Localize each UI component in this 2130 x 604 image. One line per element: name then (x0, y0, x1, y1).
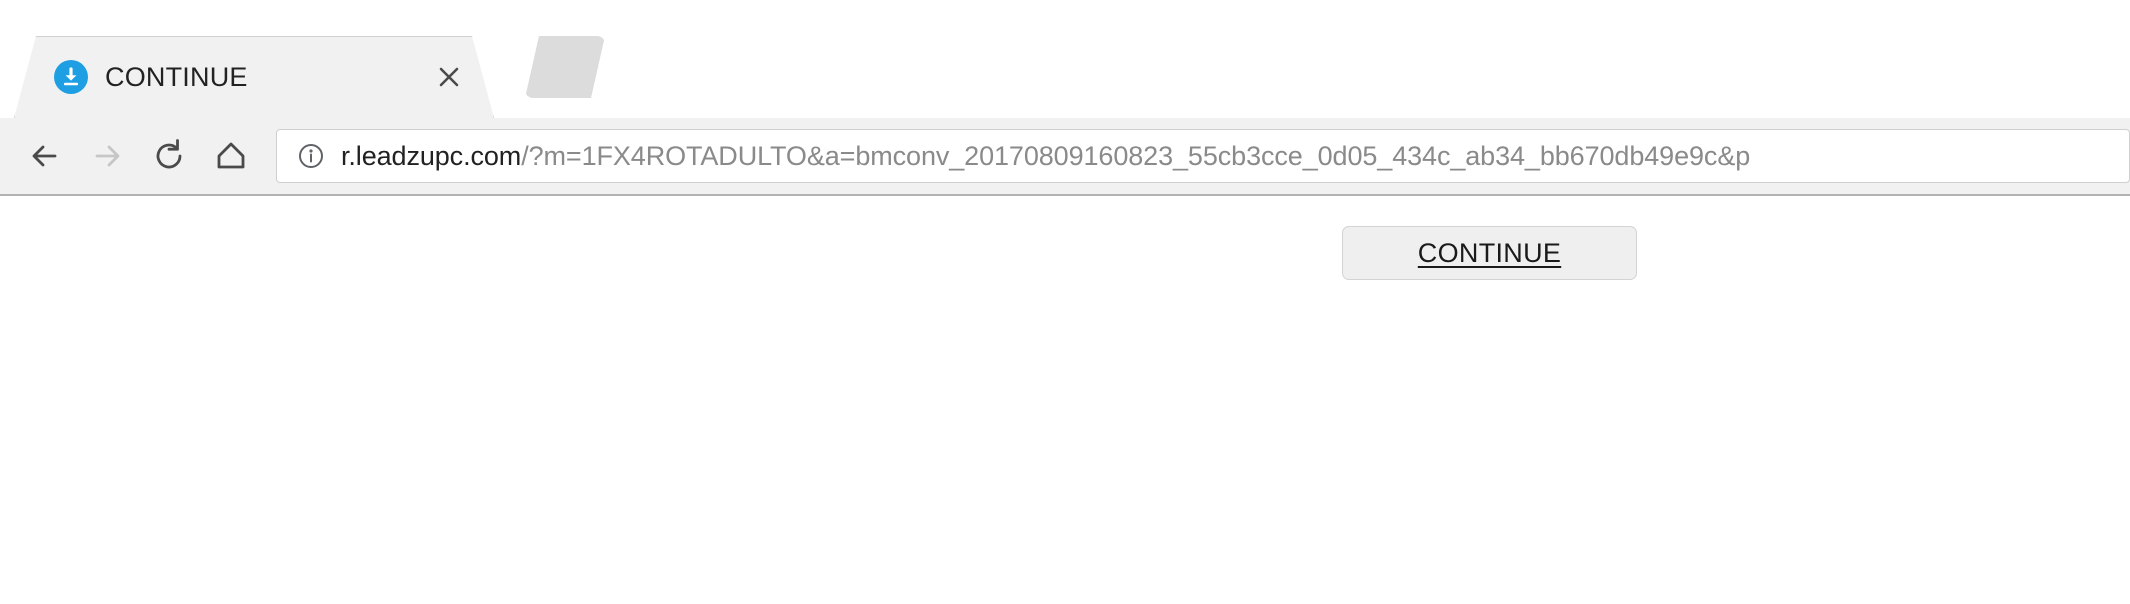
page-viewport: CONTINUE (0, 196, 2130, 604)
download-circle-icon (54, 60, 88, 94)
url-path-query: /?m=1FX4ROTADULTO&a=bmconv_2017080916082… (521, 140, 1751, 171)
continue-button[interactable]: CONTINUE (1342, 226, 1637, 280)
tab-continue[interactable]: CONTINUE (14, 36, 494, 118)
tab-title: CONTINUE (105, 61, 248, 92)
arrow-right-icon (76, 125, 138, 187)
browser-window: CONTINUE r.leadzupc.com/?m=1FX4ROTADULTO… (0, 0, 2130, 604)
url-text[interactable]: r.leadzupc.com/?m=1FX4ROTADULTO&a=bmconv… (341, 141, 2129, 172)
url-host: r.leadzupc.com (341, 140, 522, 171)
close-icon[interactable] (428, 56, 470, 98)
browser-toolbar: r.leadzupc.com/?m=1FX4ROTADULTO&a=bmconv… (0, 118, 2130, 196)
arrow-left-icon[interactable] (14, 125, 76, 187)
tab-inactive-blank[interactable] (525, 36, 605, 98)
reload-icon[interactable] (138, 125, 200, 187)
home-icon[interactable] (200, 125, 262, 187)
address-bar[interactable]: r.leadzupc.com/?m=1FX4ROTADULTO&a=bmconv… (276, 129, 2130, 183)
tab-strip: CONTINUE (0, 0, 2130, 118)
continue-button-label: CONTINUE (1417, 237, 1562, 268)
info-circle-icon[interactable] (295, 140, 327, 172)
